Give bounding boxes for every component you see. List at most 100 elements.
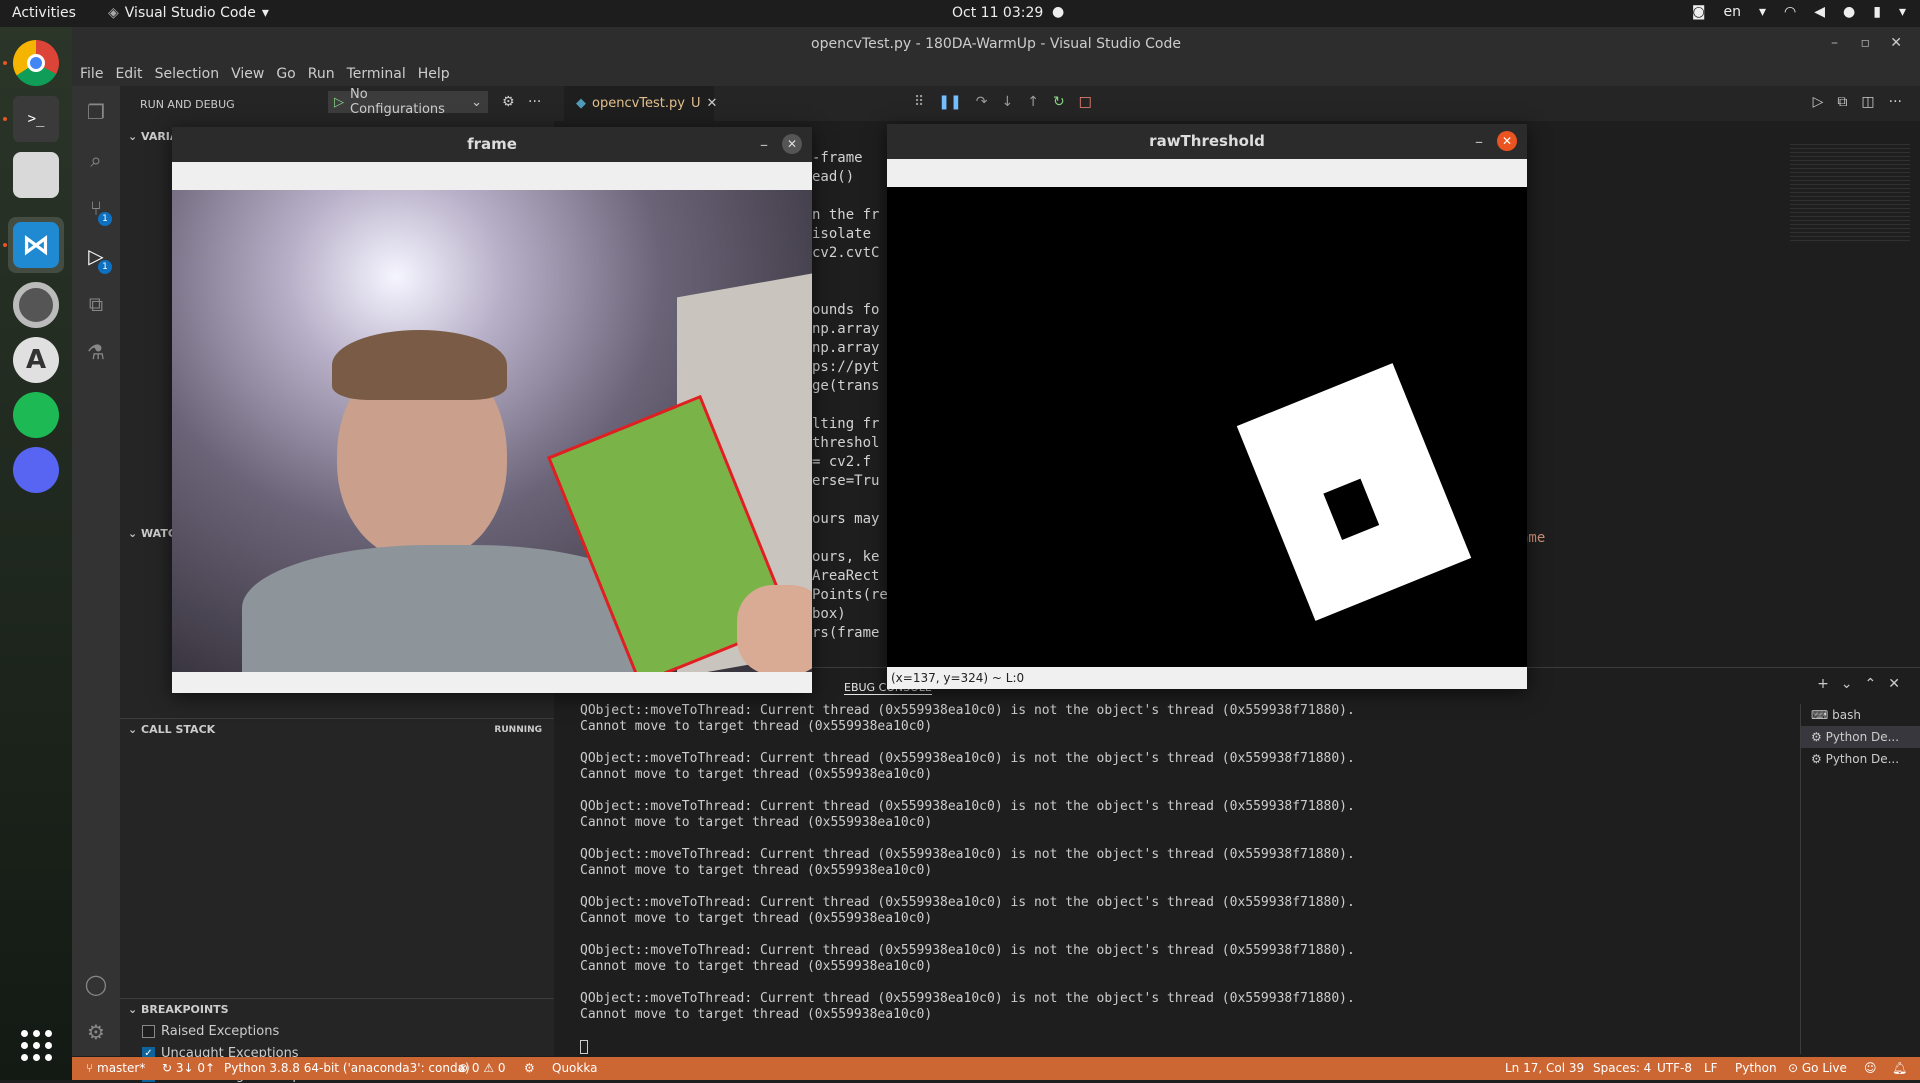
quokka-indicator[interactable]: Quokka <box>552 1061 597 1075</box>
compare-icon[interactable]: ⧉ <box>1837 94 1847 110</box>
volume-icon[interactable]: ◀ <box>1814 4 1825 20</box>
software-launcher[interactable]: A <box>8 332 64 388</box>
close-icon[interactable]: ✕ <box>1890 35 1902 51</box>
cv-window-title[interactable]: frame <box>172 127 812 162</box>
maximize-icon[interactable]: ▫ <box>1861 35 1871 51</box>
settings-launcher[interactable] <box>8 277 64 333</box>
minimize-icon[interactable]: – <box>760 135 768 154</box>
bp-label: Raised Exceptions <box>161 1024 280 1039</box>
checkbox[interactable] <box>142 1025 155 1038</box>
explorer-icon[interactable]: ❐ <box>84 100 108 124</box>
cv-window-title[interactable]: rawThreshold <box>887 124 1527 159</box>
minimize-icon[interactable]: – <box>1831 35 1838 51</box>
sync-indicator[interactable]: ↻ 3↓ 0↑ <box>162 1061 215 1075</box>
close-icon[interactable]: ✕ <box>1497 131 1517 151</box>
python-file-icon: ◆ <box>576 96 586 111</box>
breakpoints-section[interactable]: ⌄ BREAKPOINTS <box>120 998 554 1020</box>
go-live-button[interactable]: ⊙ Go Live <box>1788 1061 1847 1075</box>
manage-gear-icon[interactable]: ⚙ <box>84 1020 108 1044</box>
menu-terminal[interactable]: Terminal <box>347 66 406 82</box>
pause-icon[interactable]: ❚❚ <box>938 94 961 110</box>
menu-run[interactable]: Run <box>308 66 335 82</box>
debug-icon[interactable]: ⚙ <box>524 1061 535 1075</box>
battery-icon[interactable]: ▮ <box>1873 4 1881 20</box>
run-icon[interactable]: ▷ <box>1813 94 1824 110</box>
python-interpreter[interactable]: Python 3.8.8 64-bit ('anaconda3': conda) <box>224 1061 470 1075</box>
maximize-panel-icon[interactable]: ⌃ <box>1865 676 1877 692</box>
cv-status-label: (x=137, y=324) ~ L:0 <box>891 671 1025 685</box>
step-into-icon[interactable]: ↓ <box>1001 94 1013 110</box>
testing-icon[interactable]: ⚗ <box>84 340 108 364</box>
menu-edit[interactable]: Edit <box>115 66 142 82</box>
extensions-icon[interactable]: ⧉ <box>84 292 108 316</box>
show-apps-button[interactable] <box>8 1017 64 1073</box>
chevron-down-icon[interactable]: ▾ <box>1899 4 1906 20</box>
encoding[interactable]: UTF-8 <box>1657 1061 1692 1075</box>
menu-view[interactable]: View <box>231 66 264 82</box>
wifi-icon[interactable]: ◠ <box>1784 4 1796 20</box>
system-tray[interactable]: ◙ en ▾ ◠ ◀ ● ▮ ▾ <box>1692 4 1906 20</box>
call-stack-section[interactable]: ⌄ CALL STACK RUNNING <box>120 718 554 740</box>
step-over-icon[interactable]: ↷ <box>976 94 988 110</box>
problems-indicator[interactable]: ⊗ 0 ⚠ 0 <box>458 1061 506 1075</box>
discord-icon <box>13 447 59 493</box>
search-icon[interactable]: ⌕ <box>84 148 108 172</box>
terminal-item-python-1[interactable]: ⚙ Python De... <box>1801 726 1920 748</box>
log-line: QObject::moveToThread: Current thread (0… <box>580 799 1355 814</box>
step-out-icon[interactable]: ↑ <box>1027 94 1039 110</box>
opencv-threshold-window[interactable]: rawThreshold – ✕ (x=137, y=324) ~ L:0 <box>887 124 1527 689</box>
tab-opencvtest[interactable]: ◆ opencvTest.py U ✕ <box>564 86 717 121</box>
code-line: = cv2.f <box>812 454 872 470</box>
menu-go[interactable]: Go <box>276 66 295 82</box>
settings-gear-icon[interactable]: ⚙ <box>502 94 515 110</box>
cursor-position[interactable]: Ln 17, Col 39 <box>1505 1061 1584 1075</box>
app-menu[interactable]: ◈ Visual Studio Code ▾ <box>108 5 269 21</box>
terminal-item-python-2[interactable]: ⚙ Python De... <box>1801 748 1920 770</box>
restart-icon[interactable]: ↻ <box>1053 94 1065 110</box>
drag-handle-icon[interactable]: ⠿ <box>914 94 924 110</box>
menu-selection[interactable]: Selection <box>155 66 220 82</box>
account-icon[interactable]: ◯ <box>84 972 108 996</box>
vscode-launcher[interactable]: ⋈ <box>8 217 64 273</box>
clock[interactable]: Oct 11 03:29 <box>952 5 1043 21</box>
notifications-icon[interactable]: 🔔︎ <box>1892 1061 1907 1075</box>
opencv-frame-window[interactable]: frame – ✕ <box>172 127 812 693</box>
minimize-icon[interactable]: – <box>1475 132 1483 151</box>
code-line: n the fr <box>812 207 880 223</box>
bp-raised-exceptions[interactable]: Raised Exceptions <box>142 1024 279 1039</box>
discord-launcher[interactable] <box>8 442 64 498</box>
minimap[interactable] <box>1790 144 1910 244</box>
eol[interactable]: LF <box>1704 1061 1718 1075</box>
terminal-launcher[interactable]: >_ <box>8 91 64 147</box>
menu-file[interactable]: File <box>80 66 103 82</box>
discord-tray-icon[interactable]: ◙ <box>1692 4 1706 20</box>
code-line: erse=Tru <box>812 473 880 489</box>
microphone-icon[interactable]: ● <box>1843 4 1855 20</box>
config-select[interactable]: ▷ No Configurations ⌄ <box>328 87 488 117</box>
close-panel-icon[interactable]: ✕ <box>1888 676 1900 692</box>
more-actions-icon[interactable]: ··· <box>528 94 541 110</box>
language-mode[interactable]: Python <box>1735 1061 1777 1075</box>
terminal-icon: >_ <box>13 96 59 142</box>
feedback-icon[interactable]: ☺ <box>1864 1061 1877 1075</box>
watch-label: WATC <box>141 527 176 540</box>
gear-icon: ⚙ <box>1811 730 1826 744</box>
add-terminal-icon[interactable]: + <box>1817 676 1829 692</box>
branch-indicator[interactable]: ⑂ master* <box>86 1061 145 1075</box>
chrome-launcher[interactable] <box>8 35 64 91</box>
chevron-down-icon[interactable]: ⌄ <box>1841 676 1853 692</box>
close-icon[interactable]: ✕ <box>706 96 717 111</box>
close-icon[interactable]: ✕ <box>782 134 802 154</box>
activities-button[interactable]: Activities <box>12 5 76 21</box>
indentation[interactable]: Spaces: 4 <box>1593 1061 1651 1075</box>
log-line: QObject::moveToThread: Current thread (0… <box>580 943 1355 958</box>
spotify-launcher[interactable] <box>8 387 64 443</box>
language-selector[interactable]: en <box>1724 4 1742 20</box>
files-launcher[interactable] <box>8 147 64 203</box>
terminal-item-bash[interactable]: ⌨ bash <box>1801 704 1920 726</box>
window-titlebar[interactable]: opencvTest.py - 180DA-WarmUp - Visual St… <box>72 27 1920 62</box>
more-actions-icon[interactable]: ··· <box>1889 94 1902 110</box>
split-editor-icon[interactable]: ◫ <box>1861 94 1874 110</box>
stop-icon[interactable]: □ <box>1079 94 1092 110</box>
menu-help[interactable]: Help <box>418 66 450 82</box>
